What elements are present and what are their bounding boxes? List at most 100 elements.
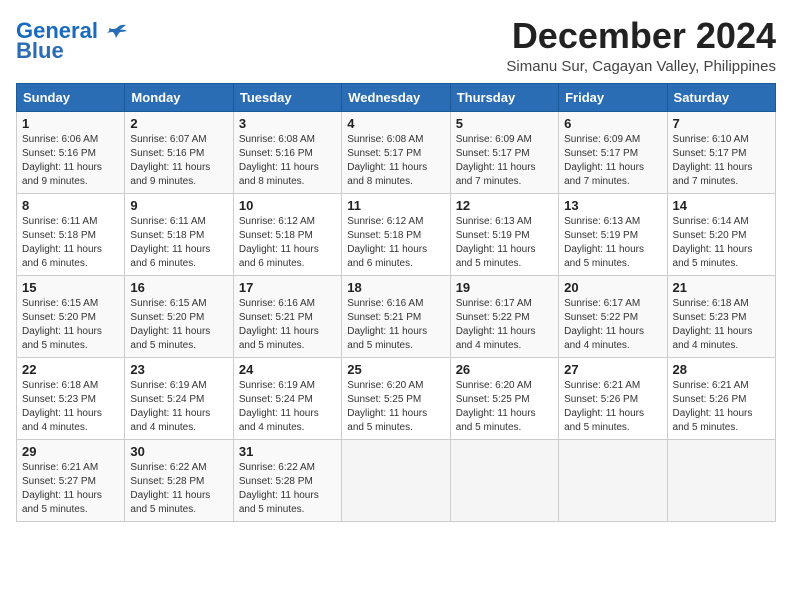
day-info: Sunrise: 6:10 AMSunset: 5:17 PMDaylight:… bbox=[673, 133, 770, 189]
day-number: 12 bbox=[456, 198, 553, 213]
calendar-cell: 22 Sunrise: 6:18 AMSunset: 5:23 PMDayligh… bbox=[17, 357, 125, 439]
calendar-cell bbox=[559, 439, 667, 521]
calendar-cell: 18 Sunrise: 6:16 AMSunset: 5:21 PMDayligh… bbox=[342, 275, 450, 357]
calendar-cell bbox=[450, 439, 558, 521]
day-number: 8 bbox=[22, 198, 119, 213]
day-info: Sunrise: 6:21 AMSunset: 5:26 PMDaylight:… bbox=[564, 379, 661, 435]
day-info: Sunrise: 6:22 AMSunset: 5:28 PMDaylight:… bbox=[239, 461, 336, 517]
day-number: 18 bbox=[347, 280, 444, 295]
day-info: Sunrise: 6:15 AMSunset: 5:20 PMDaylight:… bbox=[22, 297, 119, 353]
day-info: Sunrise: 6:06 AMSunset: 5:16 PMDaylight:… bbox=[22, 133, 119, 189]
calendar-cell: 23Sunrise: 6:19 AMSunset: 5:24 PMDayligh… bbox=[125, 357, 233, 439]
calendar-cell: 6 Sunrise: 6:09 AMSunset: 5:17 PMDaylight… bbox=[559, 111, 667, 193]
calendar-cell: 30 Sunrise: 6:22 AMSunset: 5:28 PMDayligh… bbox=[125, 439, 233, 521]
day-number: 1 bbox=[22, 116, 119, 131]
logo: General Blue bbox=[16, 20, 134, 64]
day-number: 19 bbox=[456, 280, 553, 295]
bird-icon bbox=[106, 24, 128, 40]
calendar-cell: 4 Sunrise: 6:08 AMSunset: 5:17 PMDaylight… bbox=[342, 111, 450, 193]
calendar-cell bbox=[342, 439, 450, 521]
day-info: Sunrise: 6:21 AMSunset: 5:27 PMDaylight:… bbox=[22, 461, 119, 517]
day-number: 28 bbox=[673, 362, 770, 377]
col-header-tuesday: Tuesday bbox=[233, 83, 341, 111]
calendar-cell: 27 Sunrise: 6:21 AMSunset: 5:26 PMDayligh… bbox=[559, 357, 667, 439]
day-number: 24 bbox=[239, 362, 336, 377]
calendar-cell: 24 Sunrise: 6:19 AMSunset: 5:24 PMDayligh… bbox=[233, 357, 341, 439]
day-number: 6 bbox=[564, 116, 661, 131]
day-number: 4 bbox=[347, 116, 444, 131]
day-info: Sunrise: 6:18 AMSunset: 5:23 PMDaylight:… bbox=[673, 297, 770, 353]
calendar-cell: 13Sunrise: 6:13 AMSunset: 5:19 PMDayligh… bbox=[559, 193, 667, 275]
day-info: Sunrise: 6:08 AMSunset: 5:17 PMDaylight:… bbox=[347, 133, 444, 189]
day-info: Sunrise: 6:18 AMSunset: 5:23 PMDaylight:… bbox=[22, 379, 119, 435]
col-header-thursday: Thursday bbox=[450, 83, 558, 111]
calendar-cell: 21 Sunrise: 6:18 AMSunset: 5:23 PMDayligh… bbox=[667, 275, 775, 357]
day-info: Sunrise: 6:14 AMSunset: 5:20 PMDaylight:… bbox=[673, 215, 770, 271]
day-info: Sunrise: 6:11 AMSunset: 5:18 PMDaylight:… bbox=[130, 215, 227, 271]
calendar-cell: 10 Sunrise: 6:12 AMSunset: 5:18 PMDayligh… bbox=[233, 193, 341, 275]
logo-blue-text: Blue bbox=[16, 38, 64, 64]
day-number: 15 bbox=[22, 280, 119, 295]
location-title: Simanu Sur, Cagayan Valley, Philippines bbox=[506, 58, 776, 75]
day-number: 16 bbox=[130, 280, 227, 295]
day-number: 2 bbox=[130, 116, 227, 131]
calendar-cell: 5 Sunrise: 6:09 AMSunset: 5:17 PMDaylight… bbox=[450, 111, 558, 193]
day-info: Sunrise: 6:17 AMSunset: 5:22 PMDaylight:… bbox=[564, 297, 661, 353]
day-number: 17 bbox=[239, 280, 336, 295]
calendar-cell: 19 Sunrise: 6:17 AMSunset: 5:22 PMDayligh… bbox=[450, 275, 558, 357]
day-number: 20 bbox=[564, 280, 661, 295]
day-info: Sunrise: 6:17 AMSunset: 5:22 PMDaylight:… bbox=[456, 297, 553, 353]
day-info: Sunrise: 6:22 AMSunset: 5:28 PMDaylight:… bbox=[130, 461, 227, 517]
day-info: Sunrise: 6:19 AMSunset: 5:24 PMDaylight:… bbox=[130, 379, 227, 435]
col-header-monday: Monday bbox=[125, 83, 233, 111]
calendar-cell: 20 Sunrise: 6:17 AMSunset: 5:22 PMDayligh… bbox=[559, 275, 667, 357]
day-number: 11 bbox=[347, 198, 444, 213]
calendar-cell: 17 Sunrise: 6:16 AMSunset: 5:21 PMDayligh… bbox=[233, 275, 341, 357]
day-info: Sunrise: 6:09 AMSunset: 5:17 PMDaylight:… bbox=[564, 133, 661, 189]
calendar-cell: 9 Sunrise: 6:11 AMSunset: 5:18 PMDaylight… bbox=[125, 193, 233, 275]
col-header-wednesday: Wednesday bbox=[342, 83, 450, 111]
calendar-cell: 3 Sunrise: 6:08 AMSunset: 5:16 PMDaylight… bbox=[233, 111, 341, 193]
calendar-cell: 29 Sunrise: 6:21 AMSunset: 5:27 PMDayligh… bbox=[17, 439, 125, 521]
day-info: Sunrise: 6:08 AMSunset: 5:16 PMDaylight:… bbox=[239, 133, 336, 189]
day-number: 5 bbox=[456, 116, 553, 131]
day-number: 31 bbox=[239, 444, 336, 459]
calendar: SundayMondayTuesdayWednesdayThursdayFrid… bbox=[16, 83, 776, 522]
calendar-cell: 7Sunrise: 6:10 AMSunset: 5:17 PMDaylight… bbox=[667, 111, 775, 193]
day-number: 26 bbox=[456, 362, 553, 377]
day-number: 27 bbox=[564, 362, 661, 377]
day-number: 9 bbox=[130, 198, 227, 213]
day-info: Sunrise: 6:19 AMSunset: 5:24 PMDaylight:… bbox=[239, 379, 336, 435]
day-info: Sunrise: 6:12 AMSunset: 5:18 PMDaylight:… bbox=[239, 215, 336, 271]
col-header-sunday: Sunday bbox=[17, 83, 125, 111]
calendar-cell: 12 Sunrise: 6:13 AMSunset: 5:19 PMDayligh… bbox=[450, 193, 558, 275]
title-block: December 2024 Simanu Sur, Cagayan Valley… bbox=[506, 16, 776, 75]
day-info: Sunrise: 6:11 AMSunset: 5:18 PMDaylight:… bbox=[22, 215, 119, 271]
month-title: December 2024 bbox=[506, 16, 776, 56]
calendar-cell: 1 Sunrise: 6:06 AMSunset: 5:16 PMDaylight… bbox=[17, 111, 125, 193]
day-number: 3 bbox=[239, 116, 336, 131]
day-info: Sunrise: 6:12 AMSunset: 5:18 PMDaylight:… bbox=[347, 215, 444, 271]
day-number: 25 bbox=[347, 362, 444, 377]
day-info: Sunrise: 6:09 AMSunset: 5:17 PMDaylight:… bbox=[456, 133, 553, 189]
col-header-friday: Friday bbox=[559, 83, 667, 111]
calendar-cell: 31 Sunrise: 6:22 AMSunset: 5:28 PMDayligh… bbox=[233, 439, 341, 521]
day-info: Sunrise: 6:16 AMSunset: 5:21 PMDaylight:… bbox=[239, 297, 336, 353]
calendar-cell: 15 Sunrise: 6:15 AMSunset: 5:20 PMDayligh… bbox=[17, 275, 125, 357]
calendar-cell: 2 Sunrise: 6:07 AMSunset: 5:16 PMDaylight… bbox=[125, 111, 233, 193]
day-info: Sunrise: 6:07 AMSunset: 5:16 PMDaylight:… bbox=[130, 133, 227, 189]
col-header-saturday: Saturday bbox=[667, 83, 775, 111]
calendar-cell: 26 Sunrise: 6:20 AMSunset: 5:25 PMDayligh… bbox=[450, 357, 558, 439]
calendar-cell: 16Sunrise: 6:15 AMSunset: 5:20 PMDayligh… bbox=[125, 275, 233, 357]
day-number: 29 bbox=[22, 444, 119, 459]
day-info: Sunrise: 6:20 AMSunset: 5:25 PMDaylight:… bbox=[456, 379, 553, 435]
day-number: 22 bbox=[22, 362, 119, 377]
day-info: Sunrise: 6:16 AMSunset: 5:21 PMDaylight:… bbox=[347, 297, 444, 353]
day-number: 21 bbox=[673, 280, 770, 295]
day-number: 10 bbox=[239, 198, 336, 213]
calendar-cell: 11 Sunrise: 6:12 AMSunset: 5:18 PMDayligh… bbox=[342, 193, 450, 275]
day-info: Sunrise: 6:13 AMSunset: 5:19 PMDaylight:… bbox=[456, 215, 553, 271]
calendar-cell: 28Sunrise: 6:21 AMSunset: 5:26 PMDayligh… bbox=[667, 357, 775, 439]
day-number: 30 bbox=[130, 444, 227, 459]
calendar-cell: 8 Sunrise: 6:11 AMSunset: 5:18 PMDaylight… bbox=[17, 193, 125, 275]
